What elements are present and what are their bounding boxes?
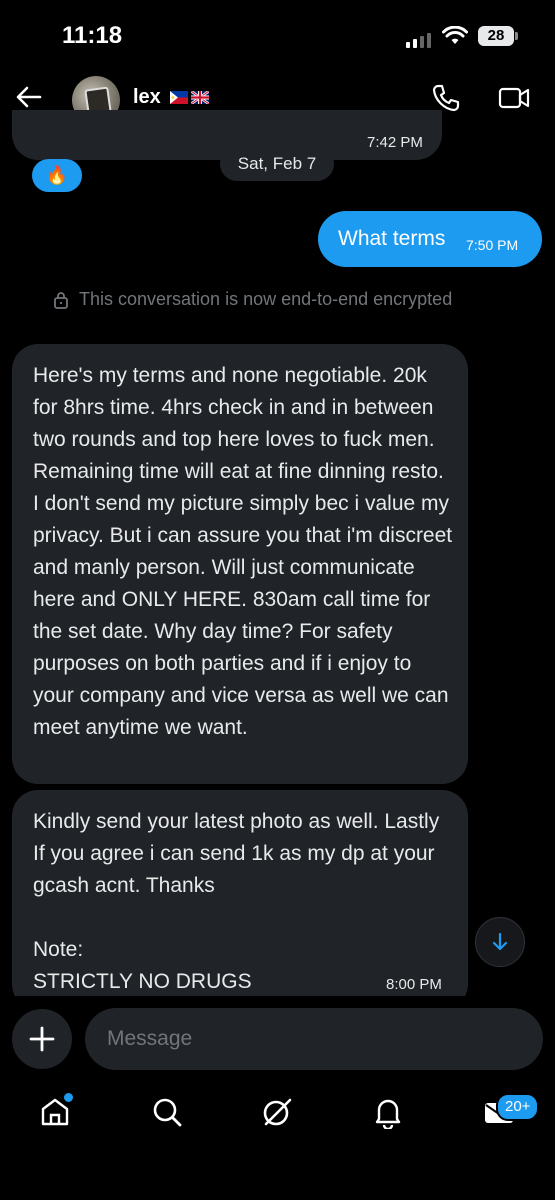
notifications-icon[interactable] (371, 1095, 405, 1129)
plus-icon (29, 1026, 55, 1052)
status-time: 11:18 (62, 22, 123, 49)
message-input[interactable] (85, 1008, 543, 1070)
video-call-icon[interactable] (498, 84, 530, 112)
fire-reaction-icon[interactable]: 🔥 (32, 159, 82, 192)
wifi-icon (442, 26, 468, 44)
encryption-notice: This conversation is now end-to-end encr… (53, 289, 452, 310)
lock-icon (54, 291, 68, 309)
grok-icon[interactable] (260, 1095, 294, 1129)
encryption-text: This conversation is now end-to-end encr… (79, 289, 453, 309)
back-arrow-icon[interactable] (14, 82, 44, 112)
message-text: Kindly send your latest photo as well. L… (33, 810, 440, 993)
search-icon[interactable] (150, 1095, 184, 1129)
philippines-flag-icon (170, 91, 188, 104)
messages-badge: 20+ (496, 1093, 540, 1121)
scroll-to-bottom-button[interactable] (475, 917, 525, 967)
battery-tip (515, 32, 518, 40)
date-separator: Sat, Feb 7 (220, 147, 334, 181)
message-timestamp: 8:00 PM (386, 976, 442, 993)
battery-indicator: 28 (478, 26, 514, 46)
message-timestamp: 7:42 PM (367, 134, 423, 151)
outgoing-message-bubble[interactable]: What terms 7:50 PM (318, 211, 542, 267)
message-timestamp: 7:50 PM (466, 237, 519, 253)
home-notification-dot (62, 1091, 75, 1104)
contact-name[interactable]: lex (133, 86, 161, 109)
add-media-button[interactable] (12, 1009, 72, 1069)
arrow-down-icon (492, 932, 508, 951)
uk-flag-icon (191, 91, 209, 104)
message-text: What terms (338, 227, 446, 250)
incoming-message-bubble[interactable]: Here's my terms and none negotiable. 20k… (12, 344, 468, 784)
message-text: Here's my terms and none negotiable. 20k… (33, 364, 453, 739)
cellular-signal-icon (406, 33, 431, 48)
